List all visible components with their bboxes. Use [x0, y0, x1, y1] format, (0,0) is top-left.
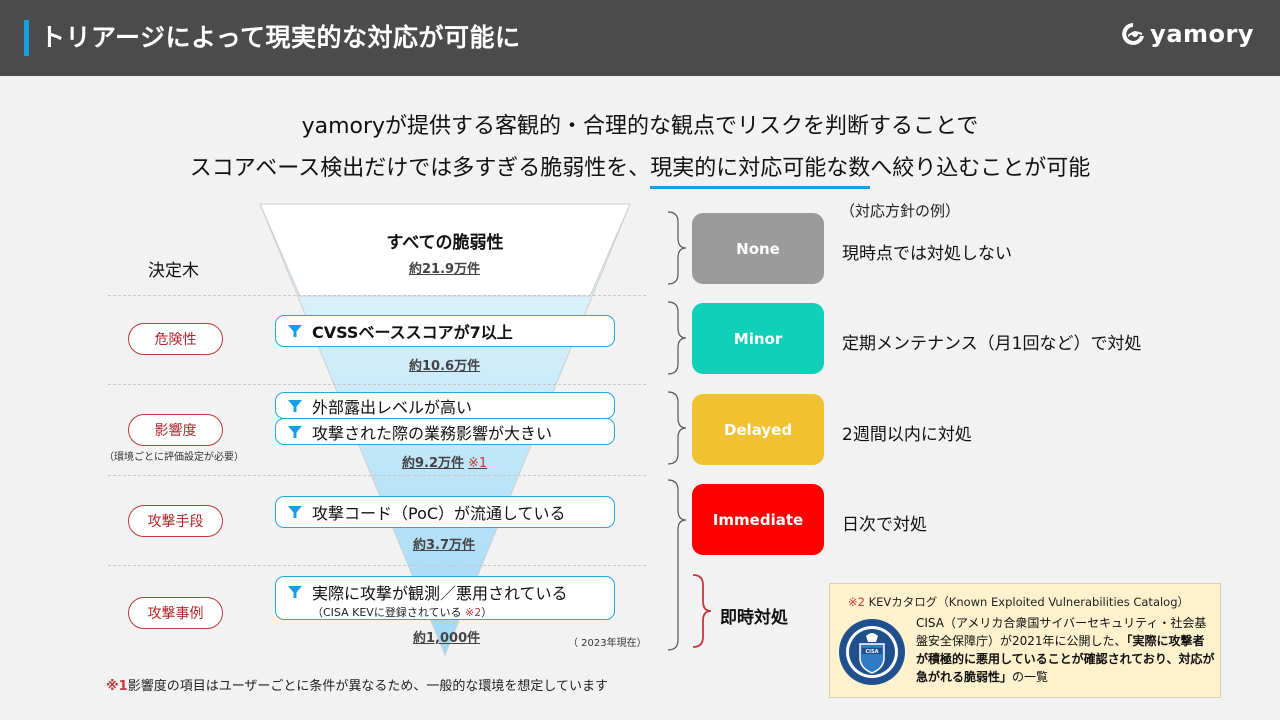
immediate-response-label: 即時対処 — [720, 608, 788, 628]
policy-heading: （対応方針の例） — [840, 202, 961, 220]
count-stage-impact: 約9.2万件 ※1 — [402, 452, 487, 471]
bracket-none — [667, 211, 687, 285]
header-accent-bar — [24, 20, 29, 56]
lead-line-1: yamoryが提供する客観的・合理的な観点でリスクを判断することで — [301, 114, 979, 139]
filter-subtext-close: ） — [481, 606, 493, 619]
kev-mark: ※2 — [848, 595, 865, 609]
kev-catalog-box: ※2 KEVカタログ（Known Exploited Vulnerabiliti… — [829, 583, 1221, 698]
filter-text: 実際に攻撃が観測／悪用されている — [312, 584, 568, 603]
badge-immediate: Immediate — [692, 484, 824, 555]
all-vulnerabilities-title: すべての脆弱性 — [386, 233, 504, 253]
count-all: 約21.9万件 — [409, 262, 481, 277]
bracket-immediate — [667, 479, 687, 651]
seal-text: CISA — [865, 649, 878, 655]
bracket-immediate-response — [692, 574, 712, 648]
filter-icon — [288, 425, 302, 438]
kev-body: CISA（アメリカ合衆国サイバーセキュリティ・社会基盤安全保障庁）が2021年に… — [916, 614, 1216, 686]
filter-poc: 攻撃コード（PoC）が流通している — [275, 496, 615, 528]
yamory-logo: yamory — [1120, 20, 1254, 48]
filter-icon — [288, 586, 302, 598]
footnote-ref-1: ※1 — [468, 456, 488, 471]
badge-minor: Minor — [692, 303, 824, 374]
kev-title: ※2 KEVカタログ（Known Exploited Vulnerabiliti… — [848, 594, 1189, 610]
year-note: （ 2023年現在） — [568, 638, 647, 649]
filter-content: 実際に攻撃が観測／悪用されている （CISA KEVに登録されている ※2） — [312, 580, 568, 620]
footnote-1-mark: ※1 — [106, 679, 128, 694]
lead-line-2-pre: スコアベース検出だけでは多すぎる脆弱性を、 — [189, 156, 651, 181]
filter-text: CVSSベーススコアが7以上 — [312, 323, 513, 342]
count-value: 約9.2万件 — [402, 456, 465, 471]
lead-highlight: 現実的に対応可能な数 — [650, 156, 871, 189]
filter-subtext: （CISA KEVに登録されている ※2） — [312, 604, 568, 620]
filter-exploited: 実際に攻撃が観測／悪用されている （CISA KEVに登録されている ※2） — [275, 576, 615, 620]
lead-line-2-post: へ絞り込むことが可能 — [870, 156, 1091, 181]
filter-icon — [288, 325, 302, 337]
filter-subtext-main: （CISA KEVに登録されている — [312, 606, 462, 619]
filter-text: 攻撃された際の業務影響が大きい — [312, 423, 553, 443]
category-risk: 危険性 — [128, 323, 223, 355]
footnote-1-text: 影響度の項目はユーザーごとに条件が異なるため、一般的な環境を想定しています — [127, 679, 609, 694]
filter-icon — [288, 506, 302, 518]
filter-cvss: CVSSベーススコアが7以上 — [275, 315, 615, 347]
row-separator — [108, 565, 646, 566]
logo-text: yamory — [1150, 20, 1254, 48]
footnote-1: ※1影響度の項目はユーザーごとに条件が異なるため、一般的な環境を想定しています — [106, 675, 608, 694]
kev-body-post: の一覧 — [1012, 670, 1049, 684]
filter-icon — [288, 399, 302, 412]
count-stage-attack-method: 約3.7万件 — [413, 538, 476, 553]
row-separator — [108, 475, 646, 476]
bracket-minor — [667, 301, 687, 375]
policy-immediate: 日次で対処 — [842, 515, 927, 535]
badge-delayed: Delayed — [692, 394, 824, 465]
filter-text: 外部露出レベルが高い — [312, 397, 473, 417]
policy-none: 現時点では対処しない — [842, 244, 1012, 264]
count-stage-risk: 約10.6万件 — [409, 359, 481, 374]
filter-exposure: 外部露出レベルが高い — [275, 392, 615, 419]
bracket-delayed — [667, 391, 687, 465]
row-separator — [108, 295, 646, 296]
count-stage-attack-case: 約1,000件 — [413, 631, 481, 646]
category-attack-case: 攻撃事例 — [128, 597, 223, 629]
badge-none: None — [692, 213, 824, 284]
filter-business-impact: 攻撃された際の業務影響が大きい — [275, 418, 615, 445]
row-separator — [108, 384, 646, 385]
category-attack-method: 攻撃手段 — [128, 505, 223, 537]
footnote-ref-2: ※2 — [465, 606, 482, 619]
decision-tree-label: 決定木 — [148, 261, 199, 281]
policy-minor: 定期メンテナンス（月1回など）で対処 — [842, 334, 1142, 354]
policy-delayed: 2週間以内に対処 — [842, 425, 972, 445]
filter-text: 攻撃コード（PoC）が流通している — [312, 504, 566, 523]
header: トリアージによって現実的な対応が可能に yamory — [0, 0, 1280, 76]
lead-line-2: スコアベース検出だけでは多すぎる脆弱性を、現実的に対応可能な数へ絞り込むことが可… — [0, 150, 1280, 189]
page-title: トリアージによって現実的な対応が可能に — [40, 23, 521, 52]
category-impact-note: （環境ごとに評価設定が必要） — [104, 452, 244, 463]
yamory-logo-icon — [1122, 23, 1145, 45]
cisa-seal-icon: CISA — [839, 619, 905, 685]
kev-title-text: KEVカタログ（Known Exploited Vulnerabilities … — [868, 595, 1190, 609]
category-impact: 影響度 — [128, 414, 223, 446]
